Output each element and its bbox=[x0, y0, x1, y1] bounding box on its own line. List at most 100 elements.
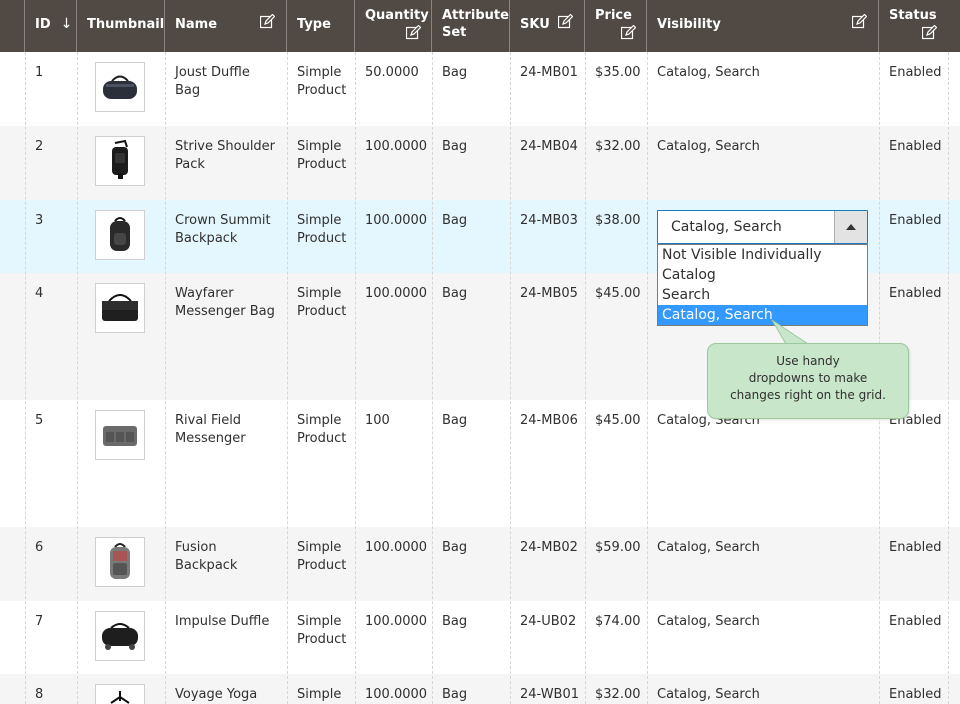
header-spacer bbox=[0, 0, 25, 52]
column-header-type[interactable]: Type bbox=[287, 0, 355, 52]
column-divider bbox=[77, 52, 78, 704]
cell-name: Fusion Backpack bbox=[175, 540, 238, 573]
table-row[interactable]: 2 Strive Shoulder Pack Simple Product 10… bbox=[0, 126, 960, 200]
cell-visibility: Catalog, Search bbox=[657, 65, 760, 80]
yoga-bag-icon bbox=[110, 691, 130, 704]
product-thumbnail[interactable] bbox=[95, 684, 145, 704]
column-header-quantity-label: Quantity bbox=[365, 8, 429, 23]
tooltip-pointer bbox=[771, 319, 810, 345]
cell-sku: 24-MB05 bbox=[520, 286, 578, 301]
visibility-option[interactable]: Catalog bbox=[658, 265, 867, 285]
sort-descending-icon[interactable]: ↓ bbox=[61, 16, 73, 32]
inline-edit-icon bbox=[558, 14, 573, 29]
cell-sku: 24-MB04 bbox=[520, 139, 578, 154]
cell-sku: 24-MB06 bbox=[520, 413, 578, 428]
visibility-option[interactable]: Search bbox=[658, 285, 867, 305]
cell-sku: 24-MB02 bbox=[520, 540, 578, 555]
column-header-name[interactable]: Name bbox=[165, 0, 287, 52]
product-thumbnail[interactable] bbox=[95, 62, 145, 112]
product-thumbnail[interactable] bbox=[95, 136, 145, 186]
cell-price: $35.00 bbox=[595, 65, 641, 80]
cell-id: 3 bbox=[35, 213, 44, 228]
column-header-thumbnail[interactable]: Thumbnail bbox=[77, 0, 165, 52]
cell-id: 1 bbox=[35, 65, 44, 80]
cell-attribute-set: Bag bbox=[442, 614, 468, 629]
column-divider bbox=[585, 52, 586, 704]
cell-visibility: Catalog, Search bbox=[657, 614, 760, 629]
cell-type: Simple Product bbox=[297, 286, 347, 319]
column-header-id[interactable]: ID ↓ bbox=[25, 0, 77, 52]
inline-edit-icon bbox=[260, 14, 275, 29]
cell-price: $32.00 bbox=[595, 687, 641, 702]
table-row[interactable]: 6 Fusion Backpack Simple Product 100.000… bbox=[0, 527, 960, 601]
column-divider bbox=[355, 52, 356, 704]
cell-quantity: 100.0000 bbox=[365, 213, 428, 228]
product-thumbnail[interactable] bbox=[95, 611, 145, 661]
cell-price: $45.00 bbox=[595, 413, 641, 428]
table-row[interactable]: 8 Voyage Yoga Simple 100.0000 Bag 24-WB0… bbox=[0, 674, 960, 704]
product-thumbnail[interactable] bbox=[95, 537, 145, 587]
cell-quantity: 100 bbox=[365, 413, 390, 428]
cell-quantity: 100.0000 bbox=[365, 687, 428, 702]
cell-attribute-set: Bag bbox=[442, 413, 468, 428]
cell-id: 8 bbox=[35, 687, 44, 702]
cell-price: $59.00 bbox=[595, 540, 641, 555]
cell-price: $32.00 bbox=[595, 139, 641, 154]
cell-status: Enabled bbox=[889, 213, 942, 228]
cell-id: 2 bbox=[35, 139, 44, 154]
dropdown-toggle-button[interactable] bbox=[834, 211, 867, 243]
cell-status: Enabled bbox=[889, 614, 942, 629]
cell-type: Simple Product bbox=[297, 614, 347, 647]
product-thumbnail[interactable] bbox=[95, 410, 145, 460]
cell-visibility: Catalog, Search bbox=[657, 687, 760, 702]
column-header-price[interactable]: Price bbox=[585, 0, 647, 52]
visibility-select-value: Catalog, Search bbox=[671, 219, 782, 235]
tip-line: changes right on the grid. bbox=[730, 388, 886, 402]
cell-attribute-set: Bag bbox=[442, 286, 468, 301]
table-row[interactable]: 1 Joust Duffle Bag Simple Product 50.000… bbox=[0, 52, 960, 126]
cell-name: Crown Summit Backpack bbox=[175, 213, 271, 246]
column-header-price-label: Price bbox=[595, 8, 632, 23]
cell-type: Simple Product bbox=[297, 540, 347, 573]
cell-name: Joust Duffle Bag bbox=[175, 65, 250, 98]
table-row[interactable]: 5 Rival Field Messenger Simple Product 1… bbox=[0, 400, 960, 527]
cell-id: 6 bbox=[35, 540, 44, 555]
backpack-icon bbox=[110, 217, 130, 251]
column-header-attribute-set[interactable]: Attribute Set bbox=[432, 0, 510, 52]
cell-status: Enabled bbox=[889, 286, 942, 301]
cell-name: Strive Shoulder Pack bbox=[175, 139, 276, 172]
tip-line: Use handy bbox=[776, 354, 840, 368]
inline-edit-icon bbox=[406, 25, 421, 40]
column-header-attribute-set-label: Attribute Set bbox=[442, 8, 509, 40]
table-row[interactable]: 7 Impulse Duffle Simple Product 100.0000… bbox=[0, 601, 960, 674]
visibility-select[interactable]: Catalog, Search bbox=[657, 210, 868, 244]
visibility-option-highlighted[interactable]: Catalog, Search bbox=[658, 305, 867, 325]
visibility-option[interactable]: Not Visible Individually bbox=[658, 245, 867, 265]
product-thumbnail[interactable] bbox=[95, 210, 145, 260]
cell-quantity: 50.0000 bbox=[365, 65, 419, 80]
cell-id: 4 bbox=[35, 286, 44, 301]
column-divider bbox=[432, 52, 433, 704]
product-thumbnail[interactable] bbox=[95, 283, 145, 333]
column-divider bbox=[647, 52, 648, 704]
visibility-options-list[interactable]: Not Visible Individually Catalog Search … bbox=[657, 244, 868, 326]
rolling-duffle-icon bbox=[102, 623, 138, 650]
column-header-quantity[interactable]: Quantity bbox=[355, 0, 432, 52]
cell-sku: 24-WB01 bbox=[520, 687, 580, 702]
column-header-status[interactable]: Status bbox=[879, 0, 960, 52]
column-header-visibility-label: Visibility bbox=[657, 17, 721, 32]
cell-price: $38.00 bbox=[595, 213, 641, 228]
product-grid: ID ↓ Thumbnail Name Type Quantity Attribu… bbox=[0, 0, 960, 704]
cell-attribute-set: Bag bbox=[442, 540, 468, 555]
cell-attribute-set: Bag bbox=[442, 687, 468, 702]
inline-edit-icon bbox=[922, 25, 937, 40]
cell-attribute-set: Bag bbox=[442, 139, 468, 154]
column-header-sku[interactable]: SKU bbox=[510, 0, 585, 52]
shoulder-pack-icon bbox=[112, 139, 128, 179]
field-messenger-icon bbox=[103, 426, 137, 446]
column-header-status-label: Status bbox=[889, 8, 937, 23]
cell-price: $74.00 bbox=[595, 614, 641, 629]
column-header-type-label: Type bbox=[297, 17, 331, 32]
column-header-visibility[interactable]: Visibility bbox=[647, 0, 879, 52]
cell-quantity: 100.0000 bbox=[365, 286, 428, 301]
